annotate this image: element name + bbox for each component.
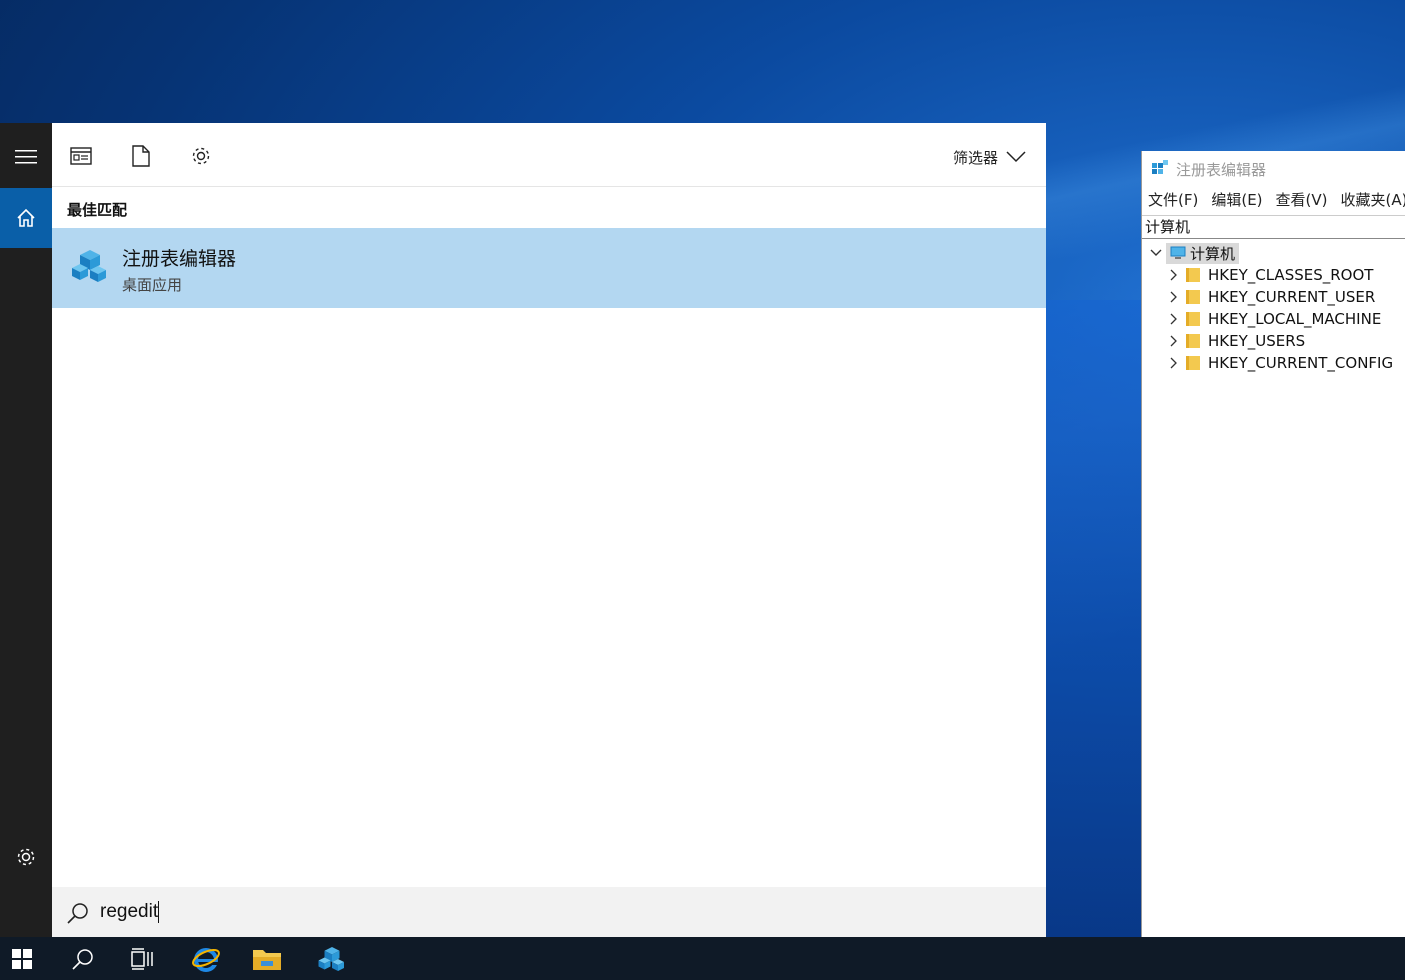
chevron-right-icon [1170,335,1177,347]
registry-editor-icon [72,250,106,282]
window-title: 注册表编辑器 [1176,160,1267,179]
registry-editor-icon [318,946,344,971]
search-toolbar: 筛选器 [52,123,1046,187]
home-icon [17,208,35,227]
tree-item-hklm[interactable]: HKEY_LOCAL_MACHINE [1170,308,1381,330]
tree-item-hkcr[interactable]: HKEY_CLASSES_ROOT [1170,264,1373,286]
folder-icon [1186,356,1200,370]
result-name: 注册表编辑器 [122,248,237,270]
address-bar[interactable]: 计算机 [1142,215,1405,239]
folder-icon [253,949,281,970]
registry-editor-icon [1152,160,1168,174]
search-box[interactable] [52,887,1046,937]
best-match-heading: 最佳匹配 [67,201,128,219]
start-button[interactable] [0,937,44,980]
menu-file[interactable]: 文件(F) [1148,189,1198,213]
tree-item-hkcu[interactable]: HKEY_CURRENT_USER [1170,286,1375,308]
menu-bar: 文件(F) 编辑(E) 查看(V) 收藏夹(A) [1142,189,1405,213]
registry-editor-window: 注册表编辑器 文件(F) 编辑(E) 查看(V) 收藏夹(A) 计算机 计算机 … [1141,151,1405,937]
computer-icon [1170,246,1186,259]
search-icon [67,903,88,924]
tree-item-label: HKEY_CURRENT_CONFIG [1208,354,1394,372]
internet-explorer-icon [192,947,220,972]
filter-dropdown[interactable]: 筛选器 [953,147,1026,167]
chevron-down-icon [1006,151,1026,163]
tree-item-hkcc[interactable]: HKEY_CURRENT_CONFIG [1170,352,1393,374]
tree-root-text: 计算机 [1190,244,1236,263]
filter-label: 筛选器 [952,148,998,167]
chevron-right-icon [1170,269,1177,281]
apps-filter-button[interactable] [70,145,92,167]
home-button[interactable] [0,188,52,248]
internet-explorer-button[interactable] [184,937,228,980]
tree-item-label: HKEY_USERS [1208,332,1306,350]
registry-editor-taskbar-button[interactable] [310,937,354,980]
chevron-right-icon [1170,357,1177,369]
settings-filter-button[interactable] [190,145,212,167]
task-view-button[interactable] [120,937,164,980]
search-panel: 筛选器 最佳匹配 注册表编辑器 桌面应用 [52,123,1046,937]
document-icon [132,145,150,167]
tree-item-label: HKEY_LOCAL_MACHINE [1208,310,1382,328]
folder-icon [1186,268,1200,282]
folder-icon [1186,290,1200,304]
tree-root-label: 计算机 [1166,242,1240,264]
tree-item-label: HKEY_CLASSES_ROOT [1208,266,1374,284]
file-explorer-button[interactable] [245,937,289,980]
taskbar-search-button[interactable] [61,937,105,980]
task-view-icon [131,947,153,970]
chevron-right-icon [1170,313,1177,325]
menu-edit[interactable]: 编辑(E) [1211,189,1262,213]
app-window-icon [70,147,92,165]
window-titlebar[interactable]: 注册表编辑器 [1142,151,1405,187]
windows-logo-icon [12,948,32,969]
taskbar [0,937,1405,980]
tree-item-label: HKEY_CURRENT_USER [1208,288,1376,306]
result-type: 桌面应用 [122,276,183,294]
tree-root-computer[interactable]: 计算机 [1150,242,1240,264]
documents-filter-button[interactable] [130,145,152,167]
menu-view[interactable]: 查看(V) [1276,189,1328,213]
gear-icon [17,848,35,866]
folder-icon [1186,312,1200,326]
settings-button[interactable] [0,827,52,887]
folder-icon [1186,334,1200,348]
best-match-result[interactable]: 注册表编辑器 桌面应用 [52,228,1046,308]
search-input[interactable] [100,897,700,927]
start-menu-rail [0,123,52,937]
tree-item-hku[interactable]: HKEY_USERS [1170,330,1305,352]
search-icon [72,948,93,970]
hamburger-icon [15,150,37,164]
gear-icon [192,147,210,165]
chevron-down-icon [1150,249,1162,256]
text-caret [158,901,159,923]
chevron-right-icon [1170,291,1177,303]
menu-favorites[interactable]: 收藏夹(A) [1341,189,1405,213]
hamburger-menu-button[interactable] [0,127,52,187]
